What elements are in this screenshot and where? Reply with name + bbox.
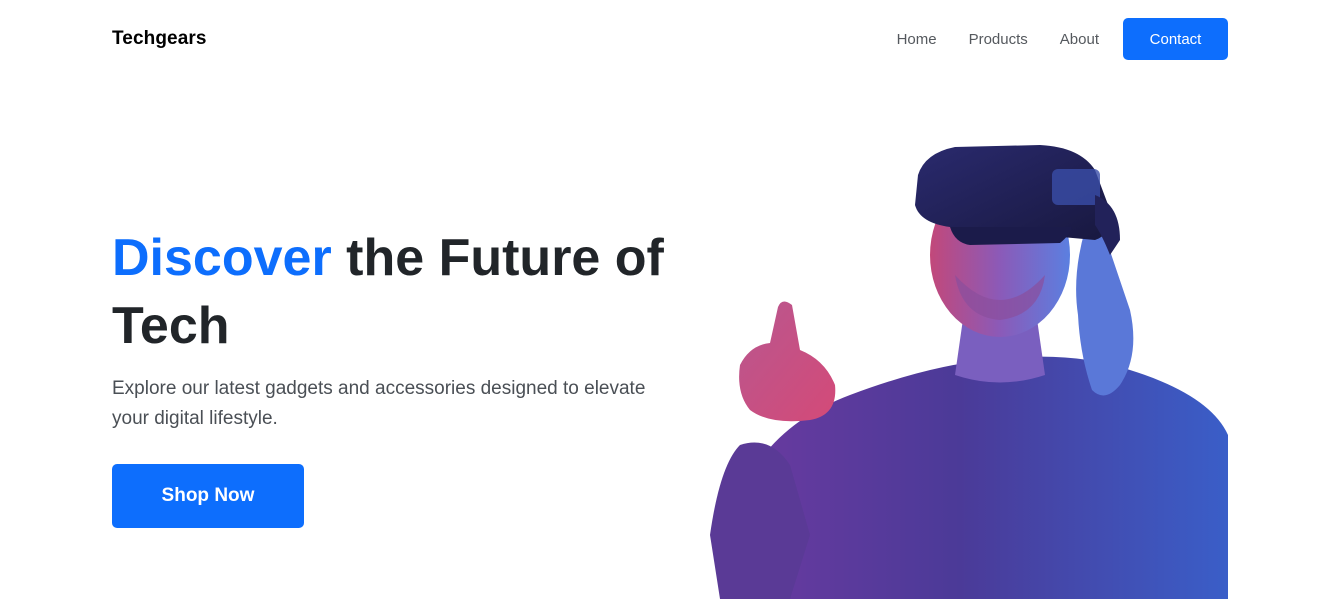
navbar: Techgears Home Products About Contact <box>112 18 1228 60</box>
contact-button[interactable]: Contact <box>1123 18 1228 60</box>
main-nav: Home Products About Contact <box>897 18 1228 60</box>
nav-link-products[interactable]: Products <box>969 31 1028 48</box>
nav-link-home[interactable]: Home <box>897 31 937 48</box>
brand-logo[interactable]: Techgears <box>112 28 207 50</box>
shop-now-button[interactable]: Shop Now <box>112 464 304 528</box>
vr-headset-person-icon <box>700 135 1228 599</box>
hero-subtitle: Explore our latest gadgets and accessori… <box>112 378 646 429</box>
hero-title: Discover the Future of Tech <box>112 224 672 360</box>
nav-link-about[interactable]: About <box>1060 31 1099 48</box>
hero-title-accent: Discover <box>112 229 332 287</box>
landing-page: Techgears Home Products About Contact Di… <box>0 0 1338 599</box>
